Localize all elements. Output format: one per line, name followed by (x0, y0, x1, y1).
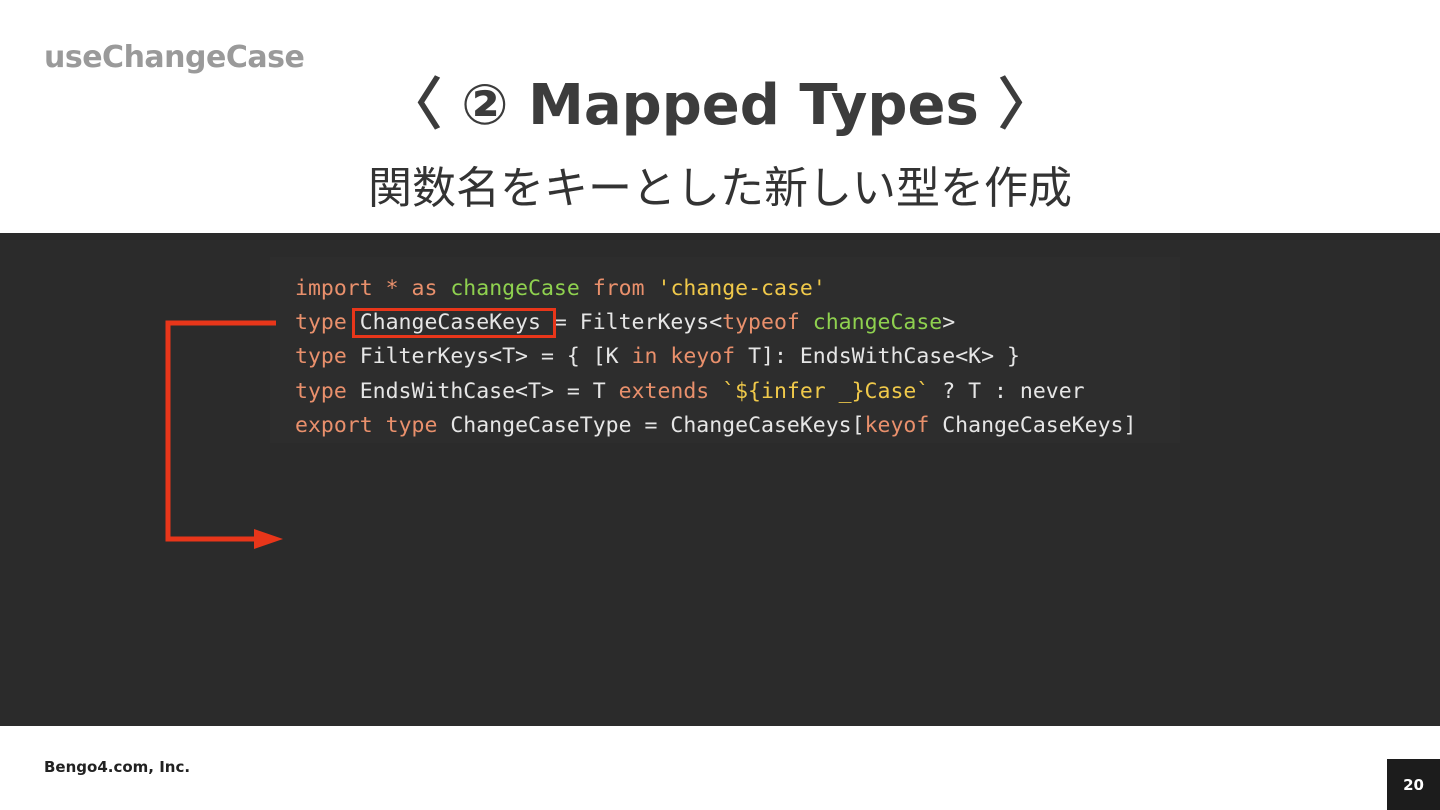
bracket-arrow-icon (165, 320, 283, 549)
footer-company: Bengo4.com, Inc. (44, 758, 191, 776)
page-number: 20 (1387, 759, 1440, 810)
